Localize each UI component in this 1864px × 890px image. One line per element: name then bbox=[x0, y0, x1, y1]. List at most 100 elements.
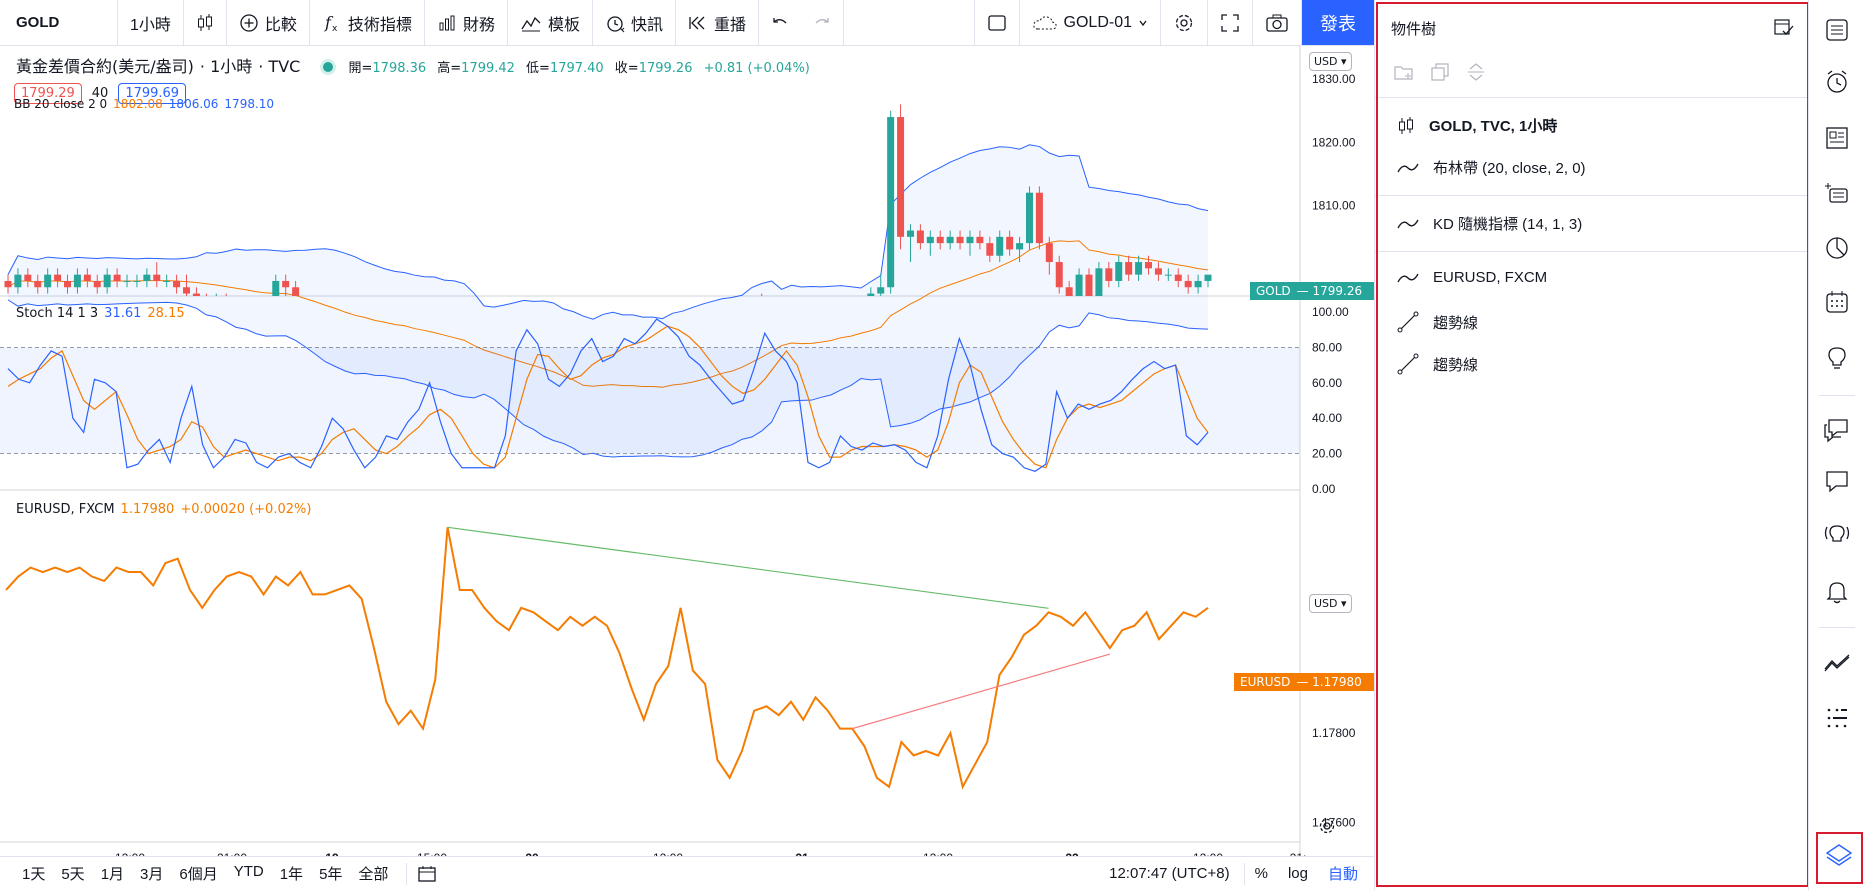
redo-button[interactable] bbox=[801, 0, 844, 45]
tree-item-label: GOLD, TVC, 1小時 bbox=[1429, 118, 1558, 135]
move-icon[interactable] bbox=[1465, 62, 1487, 82]
undo-button[interactable] bbox=[759, 0, 801, 45]
fullscreen-button[interactable] bbox=[1208, 0, 1253, 45]
clone-icon[interactable] bbox=[1429, 62, 1451, 82]
stoch-tick-label: 100.00 bbox=[1312, 305, 1349, 319]
candle-body bbox=[1135, 262, 1143, 275]
publish-button[interactable]: 發表 bbox=[1302, 0, 1374, 45]
calendar-icon bbox=[1826, 291, 1848, 313]
candle-body bbox=[916, 230, 924, 244]
pie-button[interactable] bbox=[1821, 232, 1853, 264]
chart-type-button[interactable] bbox=[184, 0, 227, 45]
range-button[interactable]: 5年 bbox=[311, 863, 350, 884]
settings-button[interactable] bbox=[1161, 0, 1208, 45]
candle-body bbox=[976, 236, 984, 244]
percent-toggle[interactable]: % bbox=[1245, 865, 1278, 882]
interval-button[interactable]: 1小時 bbox=[118, 0, 184, 45]
candle-body bbox=[1125, 262, 1133, 275]
tree-item-gold[interactable]: GOLD, TVC, 1小時 bbox=[1397, 115, 1557, 136]
stoch-legend[interactable]: Stoch 14 1 3 31.61 28.15 bbox=[16, 306, 191, 321]
candle-body bbox=[103, 274, 111, 288]
clock-timezone[interactable]: 12:07:47 (UTC+8) bbox=[1109, 865, 1243, 882]
compare-button[interactable]: 比較 bbox=[227, 0, 310, 45]
calendar-button[interactable] bbox=[1821, 286, 1853, 318]
candles-icon bbox=[197, 13, 212, 31]
range-button[interactable]: YTD bbox=[226, 863, 272, 884]
range-button[interactable]: 1月 bbox=[93, 863, 132, 884]
candle-body bbox=[1055, 262, 1063, 288]
watchlist-button[interactable] bbox=[1821, 14, 1853, 46]
candle-body bbox=[54, 274, 62, 281]
stoch-tick-label: 80.00 bbox=[1312, 340, 1342, 354]
dom-button[interactable] bbox=[1821, 702, 1853, 734]
candle-body bbox=[173, 280, 181, 288]
range-button[interactable]: 1年 bbox=[272, 863, 311, 884]
eur-currency-label: USD bbox=[1314, 597, 1338, 610]
streams-button[interactable] bbox=[1821, 518, 1853, 550]
eur-legend[interactable]: EURUSD, FXCM 1.17980 +0.00020 (+0.02%) bbox=[16, 502, 317, 517]
alerts-sidebar-button[interactable] bbox=[1821, 66, 1853, 98]
alerts-button[interactable]: 快訊 bbox=[593, 0, 676, 45]
auto-toggle[interactable]: 自動 bbox=[1318, 863, 1374, 884]
replay-button[interactable]: 重播 bbox=[676, 0, 759, 45]
range-button[interactable]: 全部 bbox=[350, 863, 396, 884]
range-button[interactable]: 5天 bbox=[53, 863, 92, 884]
snapshot-button[interactable] bbox=[1253, 0, 1302, 45]
trading-panel-button[interactable] bbox=[1821, 648, 1853, 680]
chat-button[interactable] bbox=[1821, 414, 1853, 446]
tree-item-label: 趨勢線 bbox=[1433, 356, 1479, 374]
candle-body bbox=[946, 236, 954, 244]
candle-body bbox=[34, 280, 42, 288]
axis-settings-icon[interactable] bbox=[1318, 817, 1336, 835]
candle-body bbox=[93, 280, 101, 288]
lightbulb-icon bbox=[1828, 347, 1846, 369]
layout-select-button[interactable] bbox=[973, 0, 1020, 45]
cloud-icon bbox=[1032, 15, 1057, 29]
layout-name-button[interactable]: GOLD-01 bbox=[1020, 0, 1161, 45]
currency-label: USD bbox=[1314, 55, 1338, 68]
stoch-label: Stoch 14 1 3 bbox=[16, 306, 99, 321]
open-label: 開= bbox=[348, 61, 373, 76]
bb-legend[interactable]: BB 20 close 2 0 1802.08 1806.06 1798.10 bbox=[14, 97, 280, 111]
compare-label: 比較 bbox=[264, 16, 297, 34]
candle-body bbox=[1174, 274, 1182, 281]
range-button[interactable]: 1天 bbox=[14, 863, 53, 884]
screener-button[interactable] bbox=[1821, 176, 1853, 208]
chart-area[interactable]: 1830.00 1820.00 1810.00 100.00 80.00 60.00 40.… bbox=[0, 46, 1375, 856]
candle-body bbox=[887, 117, 895, 288]
financials-button[interactable]: 財務 bbox=[425, 0, 508, 45]
candle-body bbox=[123, 280, 131, 282]
tree-item-trendline[interactable]: 趨勢線 bbox=[1397, 311, 1478, 333]
panel-title: 物件樹 bbox=[1391, 21, 1437, 38]
log-toggle[interactable]: log bbox=[1278, 865, 1318, 882]
notifications-button[interactable] bbox=[1821, 576, 1853, 608]
tree-item-bollinger[interactable]: 布林帶 (20, close, 2, 0) bbox=[1397, 157, 1586, 178]
tree-item-trendline[interactable]: 趨勢線 bbox=[1397, 353, 1478, 375]
bb-lower-value: 1798.10 bbox=[224, 97, 275, 111]
candle-body bbox=[1115, 262, 1123, 281]
bb-basis-value: 1802.08 bbox=[113, 97, 163, 111]
divider bbox=[1375, 195, 1809, 196]
add-folder-icon[interactable] bbox=[1393, 62, 1415, 82]
object-tree-button-highlight bbox=[1816, 832, 1863, 884]
ideas-button[interactable] bbox=[1821, 342, 1853, 374]
indicators-button[interactable]: fx 技術指標 bbox=[310, 0, 425, 45]
news-button[interactable] bbox=[1821, 122, 1853, 154]
manage-drawings-icon[interactable] bbox=[1773, 16, 1795, 38]
candle-body bbox=[113, 274, 121, 281]
range-button[interactable]: 3月 bbox=[132, 863, 171, 884]
indicator-icon bbox=[1397, 163, 1419, 172]
currency-select[interactable]: USD ▾ bbox=[1309, 52, 1352, 71]
symbol-search-button[interactable]: GOLD bbox=[0, 0, 118, 45]
stoch-k-value: 31.61 bbox=[104, 306, 142, 321]
eur-line bbox=[5, 527, 1209, 790]
eur-currency-select[interactable]: USD ▾ bbox=[1309, 594, 1352, 613]
templates-button[interactable]: 模板 bbox=[508, 0, 593, 45]
divider bbox=[1375, 251, 1809, 252]
tree-item-eurusd[interactable]: EURUSD, FXCM bbox=[1397, 269, 1547, 286]
goto-date-icon[interactable] bbox=[417, 864, 437, 884]
messages-button[interactable] bbox=[1821, 466, 1853, 498]
tree-item-stochastic[interactable]: KD 隨機指標 (14, 1, 3) bbox=[1397, 213, 1582, 234]
chart-canvas[interactable]: 1830.00 1820.00 1810.00 100.00 80.00 60.00 40.… bbox=[0, 46, 1374, 856]
range-button[interactable]: 6個月 bbox=[171, 863, 225, 884]
